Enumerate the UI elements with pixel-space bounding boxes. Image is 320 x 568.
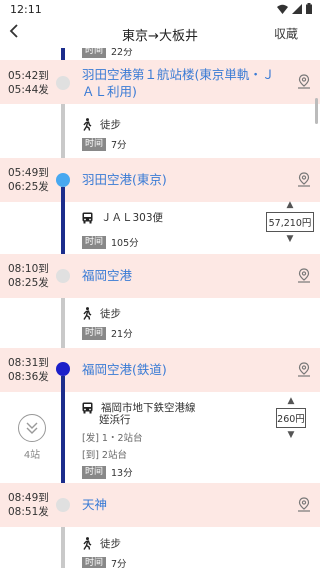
station-times: 08:10到 08:25发 [8, 262, 49, 290]
station-name[interactable]: 福岡空港(鉄道) [82, 361, 167, 378]
station-row[interactable]: 08:10到 08:25发 福岡空港 [0, 254, 320, 298]
bus-icon [82, 212, 93, 223]
segment-time: 时间 21分 [82, 326, 133, 340]
station-row[interactable]: 08:49到 08:51发 天神 [0, 483, 320, 527]
segment-mode: 徒步 [82, 117, 121, 132]
duration: 22分 [111, 48, 133, 58]
arrive-time: 08:49到 [8, 492, 49, 504]
station-name[interactable]: 羽田空港第１航站楼(東京単軌・ＪＡＬ利用) [82, 66, 282, 100]
status-bar: 12:11 [0, 0, 320, 20]
station-times: 05:49到 06:25发 [8, 166, 49, 194]
alight-platform: [到] 2站台 [82, 450, 127, 461]
station-node [56, 173, 70, 187]
duration: 7分 [111, 140, 127, 151]
fare-box: 260円 [276, 408, 306, 428]
segment-mode: 徒步 [82, 306, 121, 321]
segment-time: 时间 7分 [82, 556, 127, 568]
mode-label: ＪＡＬ303便 [101, 212, 164, 224]
depart-time: 08:51发 [8, 506, 49, 518]
walk-icon [83, 307, 92, 320]
duration: 21分 [111, 329, 133, 340]
map-pin-icon[interactable] [296, 74, 312, 90]
depart-time: 05:44发 [8, 84, 49, 96]
walk-icon [83, 118, 92, 131]
duration: 13分 [111, 468, 133, 479]
map-pin-icon[interactable] [296, 268, 312, 284]
stop-count: 4站 [23, 450, 41, 461]
double-chevron-down-icon [26, 422, 38, 434]
walk-icon [83, 537, 92, 550]
signal-icon [292, 3, 302, 14]
station-node [56, 269, 70, 283]
station-node [56, 76, 70, 90]
segment-time: 时间 7分 [82, 137, 127, 151]
mode-label: 徒步 [100, 538, 121, 550]
arrive-time: 08:31到 [8, 357, 49, 369]
route-detail: 时间 22分 05:42到 05:44发 羽田空港第１航站楼(東京単軌・ＪＡＬ利… [0, 48, 320, 568]
depart-time: 08:25发 [8, 277, 49, 289]
time-tag: 时间 [82, 556, 107, 568]
arrow-up-icon: ▲ [287, 396, 295, 406]
direction-label: 姪浜行 [99, 414, 131, 426]
arrow-down-icon: ▼ [287, 430, 295, 440]
segment-time-top: 时间 22分 [82, 48, 133, 58]
fare-indicator: ▲ 260円 ▼ [276, 396, 306, 440]
station-row[interactable]: 08:31到 08:36发 福岡空港(鉄道) [0, 348, 320, 392]
arrow-down-icon: ▼ [286, 234, 294, 244]
favorite-button[interactable]: 収蔵 [274, 25, 298, 42]
battery-icon [306, 3, 312, 14]
depart-time: 08:36发 [8, 371, 49, 383]
station-times: 08:31到 08:36发 [8, 356, 49, 384]
arrive-time: 08:10到 [8, 263, 49, 275]
arrow-up-icon: ▲ [286, 200, 294, 210]
duration: 7分 [111, 559, 127, 568]
status-icons [277, 3, 312, 14]
board-platform: [发] 1・2站台 [82, 433, 143, 444]
segment-mode: 徒步 [82, 536, 121, 551]
time-tag: 时间 [82, 235, 107, 249]
route-line-walk [61, 527, 65, 568]
arrive-time: 05:49到 [8, 167, 49, 179]
duration: 105分 [111, 238, 139, 249]
fare-indicator: ▲ 57,210円 ▼ [266, 200, 314, 244]
segment-time: 时间 13分 [82, 465, 133, 479]
time-tag: 时间 [82, 48, 107, 58]
route-line-flight-top [61, 48, 65, 60]
map-pin-icon[interactable] [296, 497, 312, 513]
segment-mode: ＪＡＬ303便 [82, 210, 163, 225]
route-line-walk [61, 298, 65, 348]
expand-stops-button[interactable] [18, 414, 46, 442]
mode-label: 徒步 [100, 119, 121, 131]
fare-box: 57,210円 [266, 212, 314, 232]
route-line-flight [61, 187, 65, 254]
map-pin-icon[interactable] [296, 362, 312, 378]
route-line-walk [61, 104, 65, 158]
mode-label: 徒步 [100, 308, 121, 320]
segment-time: 时间 105分 [82, 235, 139, 249]
station-times: 05:42到 05:44发 [8, 69, 49, 97]
station-row[interactable]: 05:49到 06:25发 羽田空港(東京) [0, 158, 320, 202]
wifi-icon [277, 4, 288, 14]
page-title: 東京→大板井 [122, 29, 198, 44]
bus-icon [82, 402, 93, 413]
station-name[interactable]: 天神 [82, 496, 107, 513]
time-tag: 时间 [82, 465, 107, 479]
arrive-time: 05:42到 [8, 70, 49, 82]
station-name[interactable]: 福岡空港 [82, 267, 132, 284]
nav-bar: 東京→大板井 収蔵 [0, 20, 320, 48]
scrollbar[interactable] [315, 98, 318, 124]
status-time: 12:11 [10, 3, 42, 16]
station-node [56, 362, 70, 376]
time-tag: 时间 [82, 137, 107, 151]
station-times: 08:49到 08:51发 [8, 491, 49, 519]
depart-time: 06:25发 [8, 181, 49, 193]
station-name[interactable]: 羽田空港(東京) [82, 171, 167, 188]
station-row[interactable]: 05:42到 05:44发 羽田空港第１航站楼(東京単軌・ＪＡＬ利用) [0, 60, 320, 104]
map-pin-icon[interactable] [296, 172, 312, 188]
route-line-subway [61, 376, 65, 483]
station-node [56, 498, 70, 512]
time-tag: 时间 [82, 326, 107, 340]
